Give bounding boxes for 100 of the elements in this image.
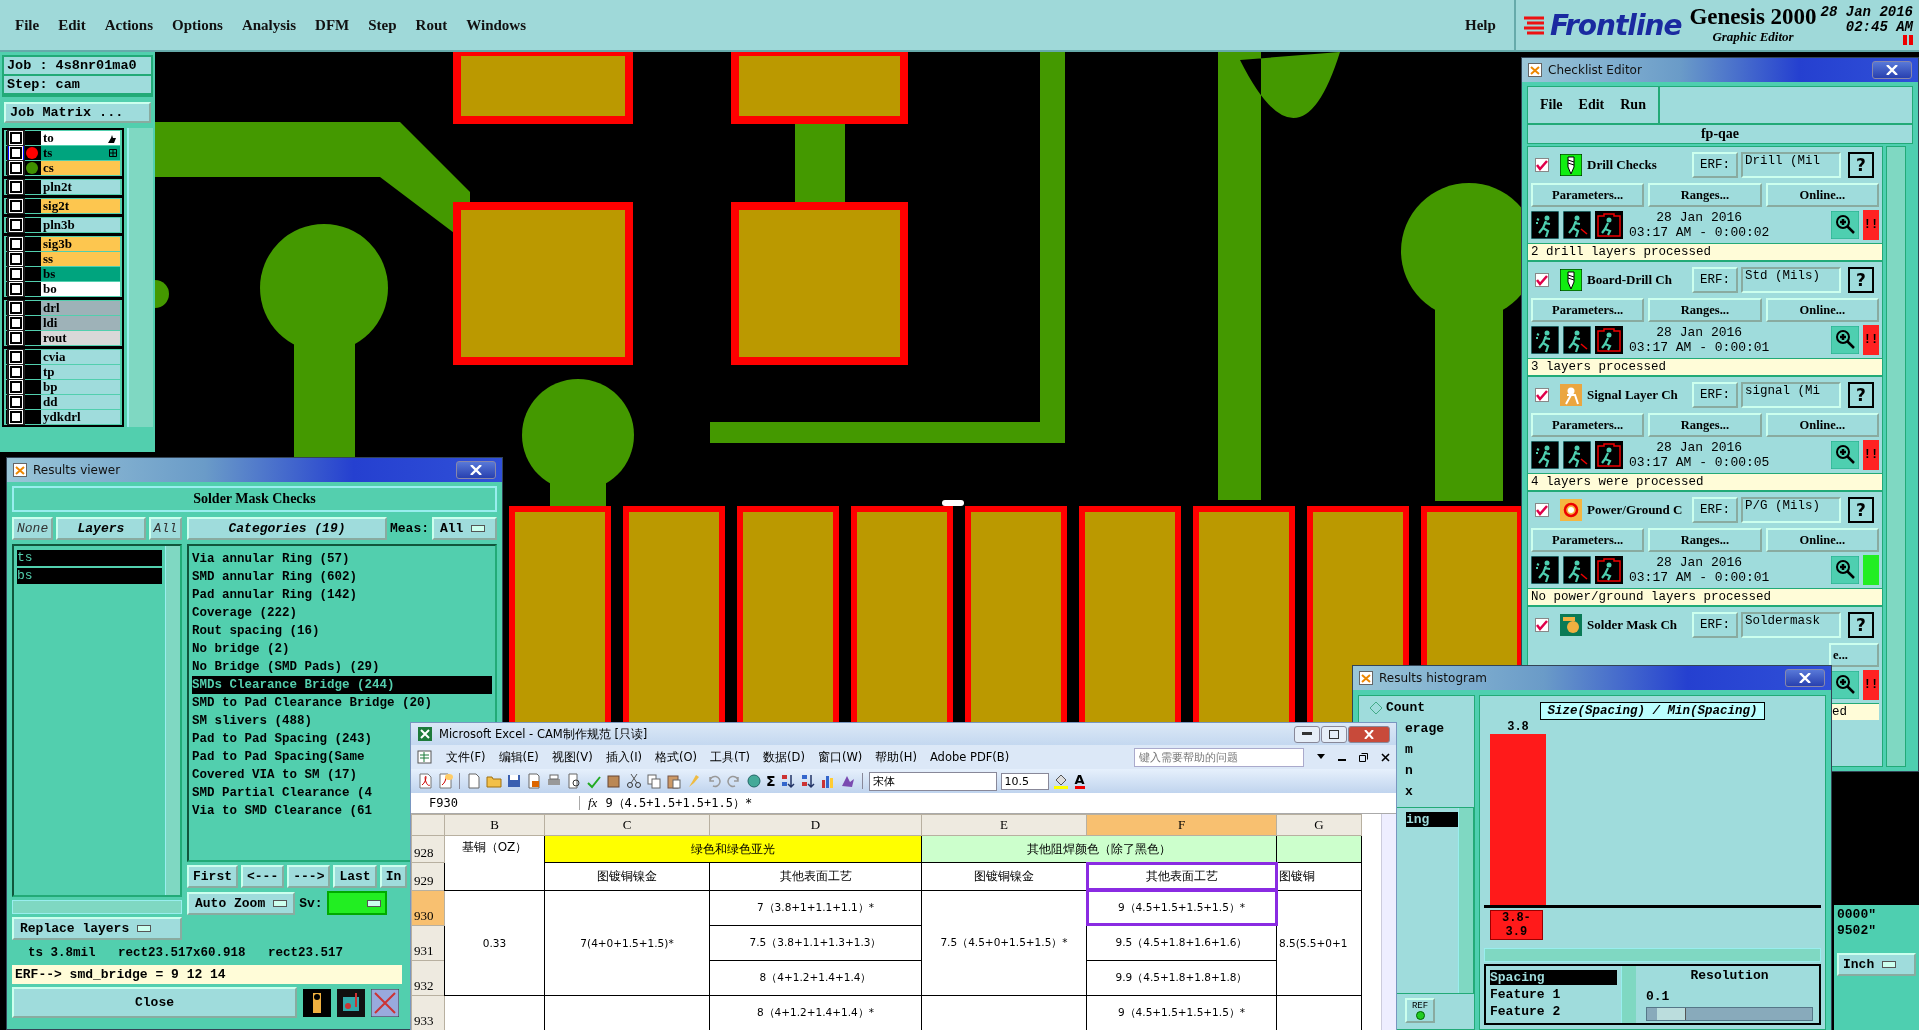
row-header[interactable]: 930	[411, 890, 445, 926]
layer-name[interactable]: tp	[41, 365, 121, 379]
horizontal-scrollbar[interactable]	[1484, 948, 1821, 962]
check-name[interactable]: Solder Mask Ch	[1587, 617, 1689, 633]
save-icon[interactable]	[506, 773, 522, 789]
check-action-button[interactable]: Parameters...	[1531, 298, 1645, 322]
layer-name[interactable]: cs	[41, 161, 121, 175]
field-item[interactable]: Feature 2	[1490, 1004, 1617, 1019]
zoom-mode-dropdown[interactable]: Auto Zoom	[187, 891, 296, 915]
check-action-button[interactable]: Online...	[1765, 183, 1879, 207]
scissors-icon[interactable]	[626, 773, 642, 789]
pdf-icon[interactable]	[437, 773, 453, 789]
help-button[interactable]: ?	[1848, 382, 1874, 408]
layer-name[interactable]: bo	[41, 282, 121, 296]
job-matrix-button[interactable]: Job Matrix ...	[4, 102, 151, 123]
running-figure-icon[interactable]	[1531, 556, 1559, 584]
check-name[interactable]: Power/Ground C	[1587, 502, 1689, 518]
help-search-field[interactable]: 键入需要帮助的问题	[1134, 747, 1304, 767]
close-icon[interactable]	[1381, 752, 1390, 762]
erf-button[interactable]: ERF:	[1692, 267, 1738, 293]
book-icon[interactable]	[606, 773, 622, 789]
check-name[interactable]: Board-Drill Ch	[1587, 272, 1689, 288]
menu-item[interactable]: Edit	[58, 16, 86, 34]
layer-name[interactable]: drl	[41, 301, 121, 315]
units-dropdown[interactable]: Inch	[1837, 953, 1916, 976]
close-button[interactable]: Close	[12, 987, 297, 1018]
layer-name[interactable]: sig2t	[41, 199, 121, 213]
category-item[interactable]: Pad to Pad Spacing(Same	[192, 748, 365, 766]
filter-button[interactable]: None	[12, 516, 54, 540]
layer-name[interactable]: rout	[41, 331, 121, 345]
category-item[interactable]: SMDs Clearance Bridge (244)	[192, 676, 492, 694]
column-header[interactable]: G	[1276, 814, 1362, 836]
navigation-button[interactable]: First	[187, 865, 238, 888]
layer-name[interactable]: ts	[41, 146, 121, 160]
statistic-option[interactable]: n	[1405, 763, 1413, 778]
layer-name[interactable]: ss	[41, 252, 121, 266]
category-item[interactable]: Rout spacing (16)	[192, 622, 320, 640]
font-size-dropdown[interactable]: 10.5	[1000, 772, 1049, 790]
font-color-button[interactable]: A	[1074, 773, 1085, 789]
zoom-in-icon[interactable]	[1831, 211, 1859, 239]
close-button[interactable]	[1785, 669, 1825, 687]
paste-icon[interactable]	[666, 773, 682, 789]
menu-item[interactable]: 工具(T)	[710, 749, 751, 765]
running-figure-icon[interactable]	[1531, 441, 1559, 469]
menu-item[interactable]: File	[15, 16, 40, 34]
bin-label[interactable]: 3.8-3.9	[1490, 910, 1543, 940]
running-figure-icon[interactable]	[1595, 326, 1623, 354]
figure-icon[interactable]	[303, 988, 331, 1017]
filter-button[interactable]: Layers	[56, 516, 146, 540]
column-header[interactable]: F	[1086, 814, 1277, 836]
layer-name[interactable]: to	[41, 131, 121, 145]
check-name[interactable]: Signal Layer Ch	[1587, 387, 1689, 403]
running-figure-icon[interactable]	[1595, 441, 1623, 469]
statistic-option[interactable]: Count	[1386, 700, 1425, 715]
menu-item[interactable]: Step	[368, 16, 397, 34]
check-action-button[interactable]: Parameters...	[1531, 183, 1645, 207]
new-document-icon[interactable]	[466, 773, 482, 789]
category-item[interactable]: Via annular Ring (57)	[192, 550, 350, 568]
crossed-out-icon[interactable]	[371, 988, 399, 1017]
font-dropdown[interactable]: 宋体	[868, 771, 997, 791]
severity-dropdown[interactable]	[326, 891, 387, 915]
navigation-button[interactable]: Last	[333, 865, 377, 888]
erf-field[interactable]: Std (Mils)	[1741, 267, 1841, 293]
running-figure-icon[interactable]	[1563, 556, 1591, 584]
navigation-button[interactable]: --->	[287, 865, 331, 888]
erf-button[interactable]: ERF:	[1692, 152, 1738, 178]
row-header[interactable]: 931	[411, 925, 445, 961]
menu-item[interactable]: 文件(F)	[446, 749, 486, 765]
caret-icon[interactable]	[1317, 754, 1325, 760]
erf-field[interactable]: signal (Mi	[1741, 382, 1841, 408]
replace-layers-dropdown[interactable]: Replace layers	[12, 917, 182, 940]
category-item[interactable]: SMD to Pad Clearance Bridge (20)	[192, 694, 433, 712]
layer-name[interactable]: sig3b	[41, 237, 121, 251]
menu-item[interactable]: Actions	[104, 16, 153, 34]
erf-field[interactable]: P/G (Mils)	[1741, 497, 1841, 523]
pdf-icon[interactable]	[417, 773, 433, 789]
erf-button[interactable]: ERF:	[1692, 612, 1738, 638]
checkbox[interactable]	[1535, 618, 1549, 632]
menu-item[interactable]: Rout	[415, 16, 448, 34]
menu-item[interactable]: 格式(O)	[655, 749, 698, 765]
globe-icon[interactable]	[746, 773, 762, 789]
menu-item[interactable]: 视图(V)	[551, 749, 593, 765]
checkbox[interactable]	[1535, 158, 1549, 172]
running-figure-icon[interactable]	[1531, 326, 1559, 354]
check-action-button[interactable]: Online...	[1765, 298, 1879, 322]
marker-icon[interactable]	[337, 988, 365, 1017]
folder-icon[interactable]	[486, 773, 502, 789]
field-item[interactable]: Spacing	[1490, 970, 1617, 985]
maximize-button[interactable]	[1321, 725, 1347, 743]
formula-field[interactable]: 9（4.5+1.5+1.5+1.5）*	[605, 794, 753, 812]
category-item[interactable]: Via to SMD Clearance (61	[192, 802, 373, 820]
print-preview-icon[interactable]	[566, 773, 582, 789]
zoom-in-icon[interactable]	[1831, 326, 1859, 354]
erf-button[interactable]: ERF:	[1692, 497, 1738, 523]
menu-item[interactable]: File	[1540, 97, 1563, 113]
column-header[interactable]: C	[544, 814, 710, 836]
vertical-scrollbar[interactable]	[1886, 146, 1906, 767]
restore-icon[interactable]	[1359, 752, 1368, 762]
check-action-button[interactable]: e...	[1829, 643, 1879, 667]
layer-list-item[interactable]: bs	[17, 568, 162, 584]
